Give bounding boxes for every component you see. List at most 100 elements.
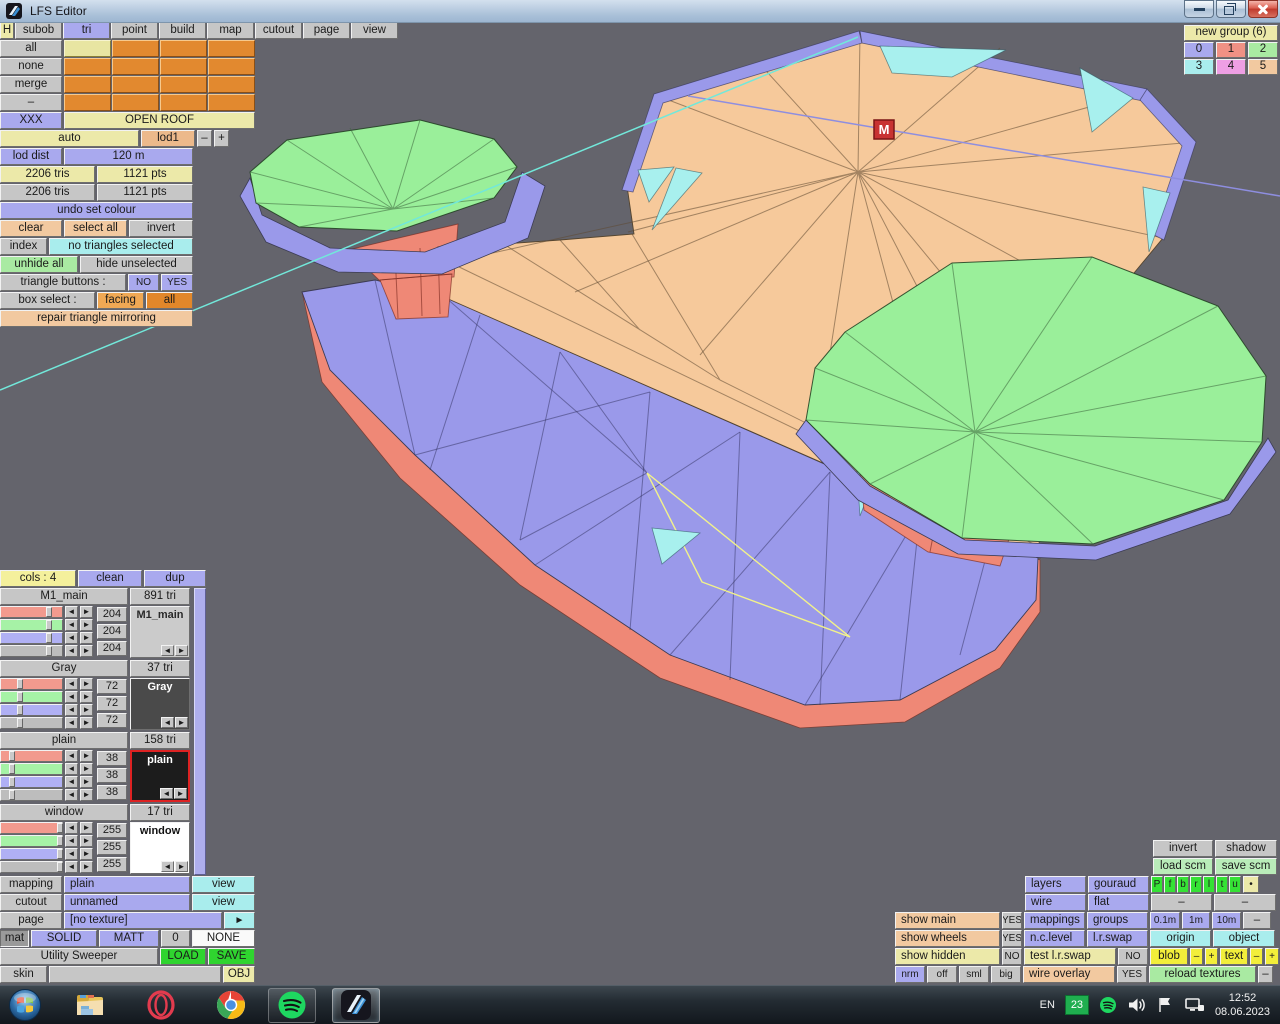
grid-10m-button[interactable]: 10m	[1212, 912, 1241, 929]
nclevel-button[interactable]: n.c.level	[1024, 930, 1085, 947]
subobject-cell[interactable]	[112, 76, 159, 93]
nrm-big-button[interactable]: big	[991, 966, 1021, 983]
auto-button[interactable]: auto	[0, 130, 139, 147]
slider-increment-button[interactable]: ►	[80, 704, 93, 716]
subobject-cell[interactable]	[64, 94, 111, 111]
color-slider-value[interactable]	[0, 789, 63, 801]
slider-thumb[interactable]	[46, 620, 52, 630]
color-slider-r[interactable]	[0, 750, 63, 762]
grid-01m-button[interactable]: 0.1m	[1150, 912, 1180, 929]
grid-dash-button[interactable]: –	[1243, 912, 1271, 929]
show-main-button[interactable]: show main	[895, 912, 1000, 929]
box-select-facing[interactable]: facing	[97, 292, 144, 309]
wire-overlay-button[interactable]: wire overlay	[1023, 966, 1115, 983]
subobject-cell[interactable]	[208, 40, 255, 57]
slider-thumb[interactable]	[9, 790, 15, 800]
merge-button[interactable]: merge	[0, 76, 62, 93]
material-name-button[interactable]: M1_main	[0, 588, 128, 605]
slider-increment-button[interactable]: ►	[80, 789, 93, 801]
triangle-buttons-no[interactable]: NO	[128, 274, 159, 291]
show-wheels-button[interactable]: show wheels	[895, 930, 1000, 947]
test-lrswap-value[interactable]: NO	[1118, 948, 1148, 965]
slider-decrement-button[interactable]: ◄	[65, 750, 78, 762]
subobject-cell[interactable]	[208, 94, 255, 111]
origin-button[interactable]: origin	[1150, 930, 1211, 947]
hide-unselected-button[interactable]: hide unselected	[80, 256, 193, 273]
wire-button[interactable]: wire	[1025, 894, 1086, 911]
lod1-button[interactable]: lod1	[141, 130, 195, 147]
layer-dot-button[interactable]: •	[1243, 876, 1259, 893]
slider-decrement-button[interactable]: ◄	[65, 848, 78, 860]
text-button[interactable]: text	[1220, 948, 1248, 965]
slider-thumb[interactable]	[17, 692, 23, 702]
subobject-cell[interactable]	[160, 58, 207, 75]
page-next-button[interactable]: ►	[224, 912, 255, 929]
preview-next-button[interactable]: ►	[175, 645, 188, 656]
color-slider-value[interactable]	[0, 861, 63, 873]
layers-button[interactable]: layers	[1025, 876, 1086, 893]
group-3-button[interactable]: 3	[1184, 59, 1214, 75]
network-icon[interactable]	[1183, 996, 1205, 1014]
subobject-cell[interactable]	[112, 58, 159, 75]
material-scrollbar[interactable]	[194, 588, 206, 875]
subobject-cell[interactable]	[208, 58, 255, 75]
material-preview[interactable]: plain ◄ ►	[130, 750, 190, 802]
dash-button[interactable]: –	[0, 94, 62, 111]
dup-button[interactable]: dup	[144, 570, 206, 587]
clean-button[interactable]: clean	[78, 570, 142, 587]
color-slider-value[interactable]	[0, 717, 63, 729]
taskbar-opera-button[interactable]	[138, 989, 184, 1022]
mapping-value[interactable]: plain	[64, 876, 190, 893]
color-slider-r[interactable]	[0, 822, 63, 834]
material-preview[interactable]: window ◄ ►	[130, 822, 190, 874]
preview-prev-button[interactable]: ◄	[161, 861, 174, 872]
show-hidden-button[interactable]: show hidden	[895, 948, 1000, 965]
slider-increment-button[interactable]: ►	[80, 861, 93, 873]
slider-decrement-button[interactable]: ◄	[65, 619, 78, 631]
slider-increment-button[interactable]: ►	[80, 678, 93, 690]
tab-point[interactable]: point	[111, 22, 158, 39]
wire-dash-1[interactable]: –	[1151, 894, 1212, 911]
wire-dash-2[interactable]: –	[1214, 894, 1276, 911]
show-hidden-value[interactable]: NO	[1002, 948, 1022, 965]
slider-increment-button[interactable]: ►	[80, 645, 93, 657]
slider-thumb[interactable]	[46, 646, 52, 656]
cols-button[interactable]: cols : 4	[0, 570, 76, 587]
color-slider-b[interactable]	[0, 704, 63, 716]
color-slider-r[interactable]	[0, 606, 63, 618]
tray-spotify-icon[interactable]	[1099, 996, 1117, 1014]
flat-button[interactable]: flat	[1088, 894, 1149, 911]
triangle-buttons-yes[interactable]: YES	[161, 274, 193, 291]
tab-view[interactable]: view	[351, 22, 398, 39]
color-slider-b[interactable]	[0, 632, 63, 644]
color-slider-g[interactable]	[0, 619, 63, 631]
cutout-view-button[interactable]: view	[192, 894, 255, 911]
preview-prev-button[interactable]: ◄	[161, 717, 174, 728]
slider-decrement-button[interactable]: ◄	[65, 632, 78, 644]
clear-button[interactable]: clear	[0, 220, 62, 237]
slider-thumb[interactable]	[17, 705, 23, 715]
preview-next-button[interactable]: ►	[174, 788, 187, 799]
slider-increment-button[interactable]: ►	[80, 632, 93, 644]
slider-thumb[interactable]	[46, 633, 52, 643]
mapping-view-button[interactable]: view	[192, 876, 255, 893]
reload-dash-button[interactable]: –	[1258, 966, 1273, 983]
preview-prev-button[interactable]: ◄	[160, 788, 173, 799]
layer-key-t[interactable]: t	[1216, 876, 1228, 893]
layer-key-r[interactable]: r	[1190, 876, 1202, 893]
nrm-sml-button[interactable]: sml	[959, 966, 989, 983]
color-slider-g[interactable]	[0, 691, 63, 703]
slider-increment-button[interactable]: ►	[80, 691, 93, 703]
subobject-cell[interactable]	[64, 40, 111, 57]
slider-decrement-button[interactable]: ◄	[65, 606, 78, 618]
color-slider-b[interactable]	[0, 848, 63, 860]
preview-next-button[interactable]: ►	[175, 717, 188, 728]
open-roof-button[interactable]: OPEN ROOF	[64, 112, 255, 129]
slider-decrement-button[interactable]: ◄	[65, 763, 78, 775]
blob-minus-button[interactable]: –	[1190, 948, 1203, 965]
gouraud-button[interactable]: gouraud	[1088, 876, 1149, 893]
grid-1m-button[interactable]: 1m	[1182, 912, 1210, 929]
slider-decrement-button[interactable]: ◄	[65, 678, 78, 690]
close-button[interactable]	[1248, 0, 1278, 18]
clock[interactable]: 12:52 08.06.2023	[1215, 991, 1270, 1019]
